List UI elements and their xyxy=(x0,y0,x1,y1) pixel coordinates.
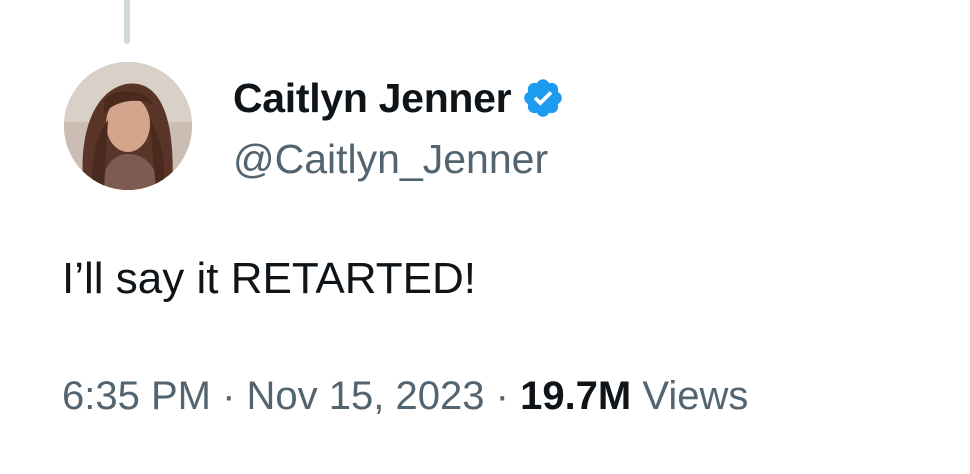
author-handle[interactable]: @Caitlyn_Jenner xyxy=(233,133,548,185)
verified-badge-icon[interactable] xyxy=(521,76,565,120)
tweet-date[interactable]: Nov 15, 2023 xyxy=(247,374,485,418)
tweet-text: I’ll say it RETARTED! xyxy=(62,254,476,303)
meta-separator: · xyxy=(222,374,236,418)
tweet-meta: 6:35 PM · Nov 15, 2023 · 19.7M Views xyxy=(62,370,748,422)
views-count[interactable]: 19.7M xyxy=(520,374,631,418)
tweet-time[interactable]: 6:35 PM xyxy=(62,374,211,418)
meta-separator: · xyxy=(495,374,509,418)
views-label: Views xyxy=(642,374,749,418)
thread-connector-line xyxy=(124,0,130,44)
author-name-row: Caitlyn Jenner xyxy=(233,72,565,124)
author-display-name[interactable]: Caitlyn Jenner xyxy=(233,72,512,124)
avatar-photo xyxy=(64,62,192,190)
avatar[interactable] xyxy=(64,62,192,190)
